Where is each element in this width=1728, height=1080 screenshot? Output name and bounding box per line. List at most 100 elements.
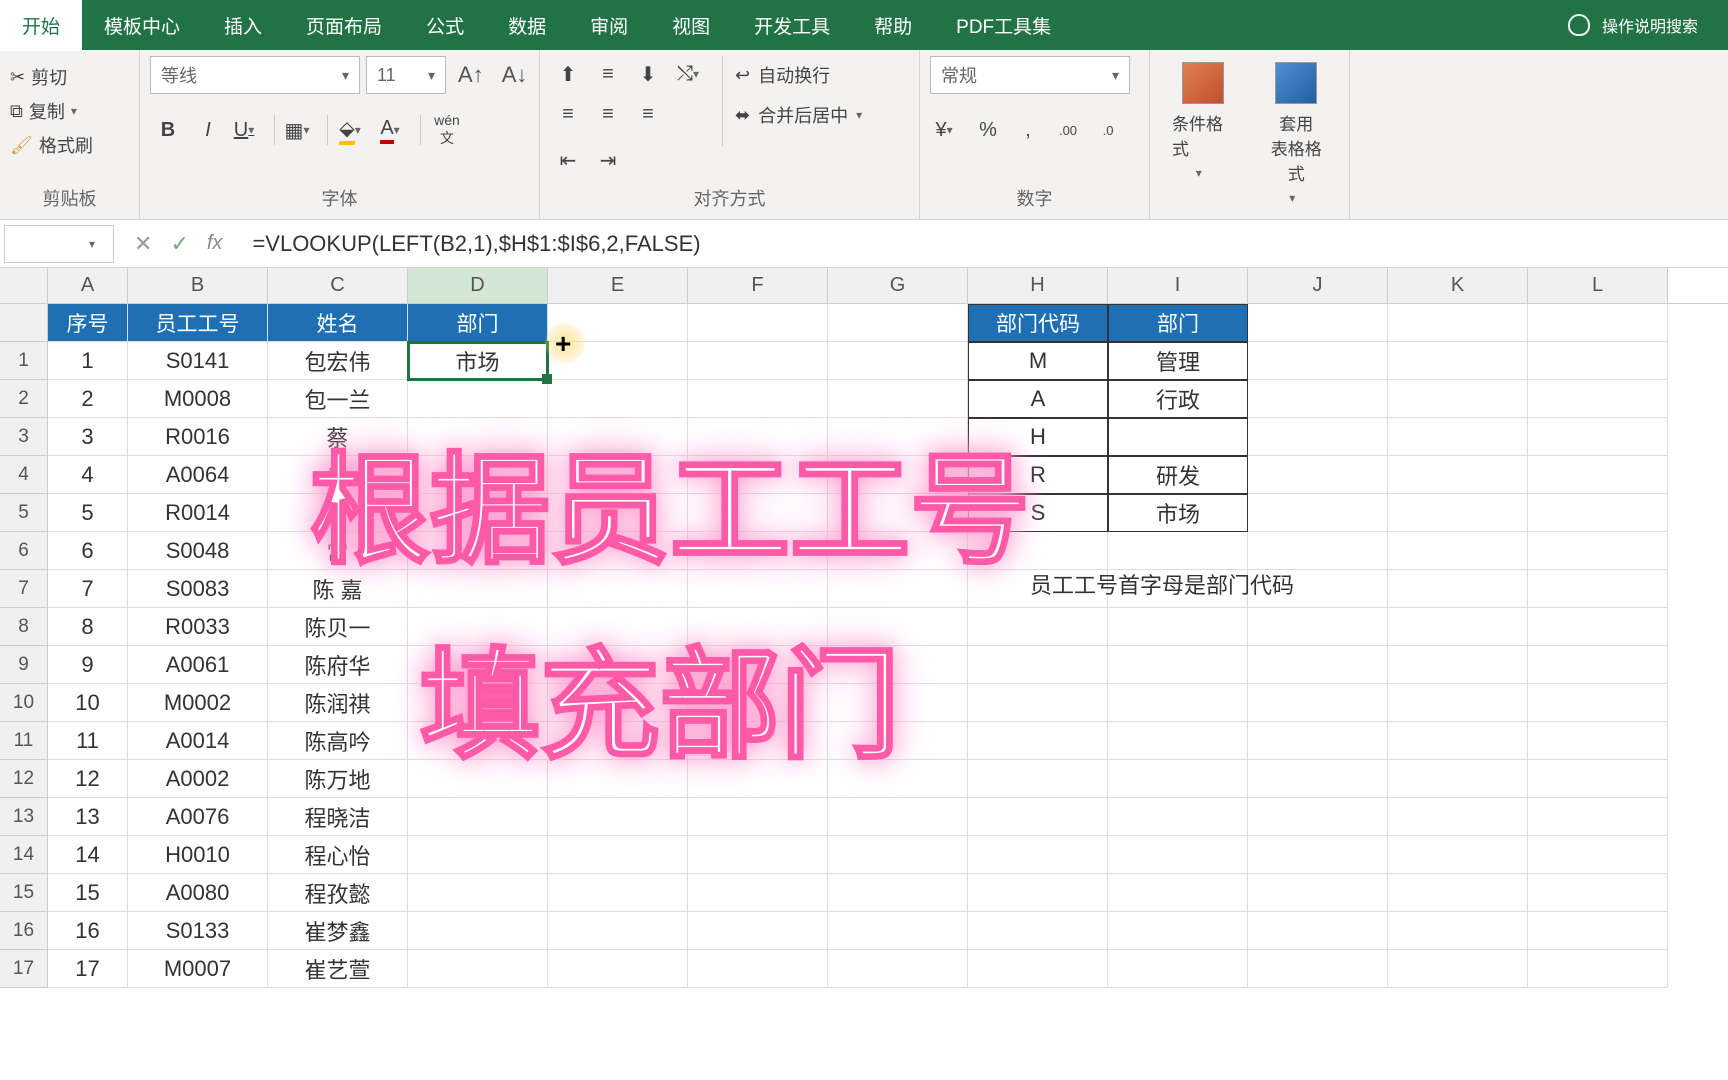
cell[interactable] — [548, 532, 688, 570]
border-button[interactable]: ▦▾ — [283, 112, 319, 148]
cell[interactable] — [408, 380, 548, 418]
bold-button[interactable]: B — [150, 112, 186, 148]
cell[interactable] — [408, 646, 548, 684]
cell[interactable] — [968, 722, 1108, 760]
cell[interactable]: 1 — [48, 342, 128, 380]
cell[interactable] — [548, 494, 688, 532]
cell[interactable] — [408, 608, 548, 646]
cell[interactable] — [1108, 874, 1248, 912]
align-center-button[interactable]: ≡ — [590, 96, 626, 132]
cell[interactable] — [1388, 608, 1528, 646]
cell[interactable] — [1388, 304, 1528, 342]
align-left-button[interactable]: ≡ — [550, 96, 586, 132]
increase-font-icon[interactable]: A↑ — [452, 62, 490, 88]
cell[interactable]: 市场 — [408, 342, 548, 380]
italic-button[interactable]: I — [190, 112, 226, 148]
cell[interactable] — [688, 760, 828, 798]
cell[interactable]: A0076 — [128, 798, 268, 836]
cell[interactable] — [688, 418, 828, 456]
currency-button[interactable]: ¥▾ — [930, 112, 966, 148]
cell[interactable] — [1248, 722, 1388, 760]
cell[interactable] — [1388, 646, 1528, 684]
cell[interactable] — [688, 304, 828, 342]
font-size-combo[interactable]: 11▾ — [366, 56, 446, 94]
cell[interactable]: R0016 — [128, 418, 268, 456]
tell-me-search[interactable]: 操作说明搜索 — [1538, 13, 1728, 37]
cell[interactable]: 程心怡 — [268, 836, 408, 874]
cell[interactable] — [1388, 722, 1528, 760]
cell[interactable] — [968, 798, 1108, 836]
cell[interactable] — [548, 722, 688, 760]
cell[interactable]: A0014 — [128, 722, 268, 760]
cell[interactable]: 曾 — [268, 456, 408, 494]
cell[interactable] — [1528, 950, 1668, 988]
orientation-button[interactable]: ⤭▾ — [674, 56, 710, 92]
cell[interactable]: M0007 — [128, 950, 268, 988]
cell[interactable]: 14 — [48, 836, 128, 874]
cell[interactable] — [1528, 798, 1668, 836]
cell[interactable] — [548, 798, 688, 836]
tab-template[interactable]: 模板中心 — [82, 0, 202, 51]
phonetic-button[interactable]: wén文 — [429, 112, 465, 148]
cell[interactable]: A0064 — [128, 456, 268, 494]
cell[interactable]: A0080 — [128, 874, 268, 912]
row-header[interactable]: 14 — [0, 836, 48, 874]
cell[interactable] — [1108, 798, 1248, 836]
cell[interactable] — [1388, 684, 1528, 722]
cell[interactable] — [688, 912, 828, 950]
cell[interactable] — [1528, 418, 1668, 456]
row-header[interactable]: 4 — [0, 456, 48, 494]
cell[interactable]: 陈贝一 — [268, 608, 408, 646]
cell[interactable] — [1528, 342, 1668, 380]
cell[interactable] — [548, 456, 688, 494]
accept-formula-icon[interactable]: ✓ — [170, 231, 188, 257]
cell[interactable] — [1388, 950, 1528, 988]
fx-icon[interactable]: fx — [207, 232, 223, 255]
cell[interactable] — [688, 456, 828, 494]
cell[interactable] — [548, 304, 688, 342]
cell[interactable] — [1388, 570, 1528, 608]
cell[interactable] — [1108, 760, 1248, 798]
cell[interactable] — [1108, 722, 1248, 760]
cell[interactable] — [1248, 418, 1388, 456]
fill-color-button[interactable]: ⬙▾ — [336, 112, 372, 148]
cell[interactable] — [408, 494, 548, 532]
cell[interactable] — [968, 874, 1108, 912]
col-header[interactable]: K — [1388, 268, 1528, 303]
cell[interactable] — [828, 608, 968, 646]
cell[interactable] — [1528, 456, 1668, 494]
align-right-button[interactable]: ≡ — [630, 96, 666, 132]
cell[interactable]: H — [968, 418, 1108, 456]
col-header[interactable]: E — [548, 268, 688, 303]
cell[interactable]: 陈润祺 — [268, 684, 408, 722]
cell[interactable]: R0014 — [128, 494, 268, 532]
cell[interactable] — [1108, 950, 1248, 988]
cell[interactable] — [968, 836, 1108, 874]
formula-bar[interactable]: =VLOOKUP(LEFT(B2,1),$H$1:$I$6,2,FALSE) — [242, 231, 700, 257]
cell[interactable] — [408, 950, 548, 988]
format-as-table-button[interactable]: 套用 表格格式▾ — [1254, 56, 1340, 211]
row-header[interactable]: 9 — [0, 646, 48, 684]
cell[interactable] — [828, 912, 968, 950]
cell[interactable]: 程孜懿 — [268, 874, 408, 912]
cut-button[interactable]: ✂剪切 — [10, 64, 93, 90]
cell[interactable] — [548, 874, 688, 912]
row-header[interactable]: 8 — [0, 608, 48, 646]
cancel-formula-icon[interactable]: ✕ — [134, 231, 152, 257]
underline-button[interactable]: U▾ — [230, 112, 266, 148]
cell[interactable]: 包宏伟 — [268, 342, 408, 380]
cell[interactable] — [828, 456, 968, 494]
cell[interactable]: 管理 — [1108, 342, 1248, 380]
cell[interactable]: 崔梦鑫 — [268, 912, 408, 950]
row-header[interactable]: 3 — [0, 418, 48, 456]
col-header[interactable]: D — [408, 268, 548, 303]
cell[interactable] — [1388, 342, 1528, 380]
cell[interactable] — [1388, 380, 1528, 418]
cell[interactable] — [1108, 684, 1248, 722]
cell[interactable] — [828, 798, 968, 836]
cell[interactable]: S0083 — [128, 570, 268, 608]
align-bottom-button[interactable]: ⬇ — [630, 56, 666, 92]
cell[interactable]: 部门 — [408, 304, 548, 342]
cell[interactable]: 研发 — [1108, 456, 1248, 494]
comma-button[interactable]: , — [1010, 112, 1046, 148]
